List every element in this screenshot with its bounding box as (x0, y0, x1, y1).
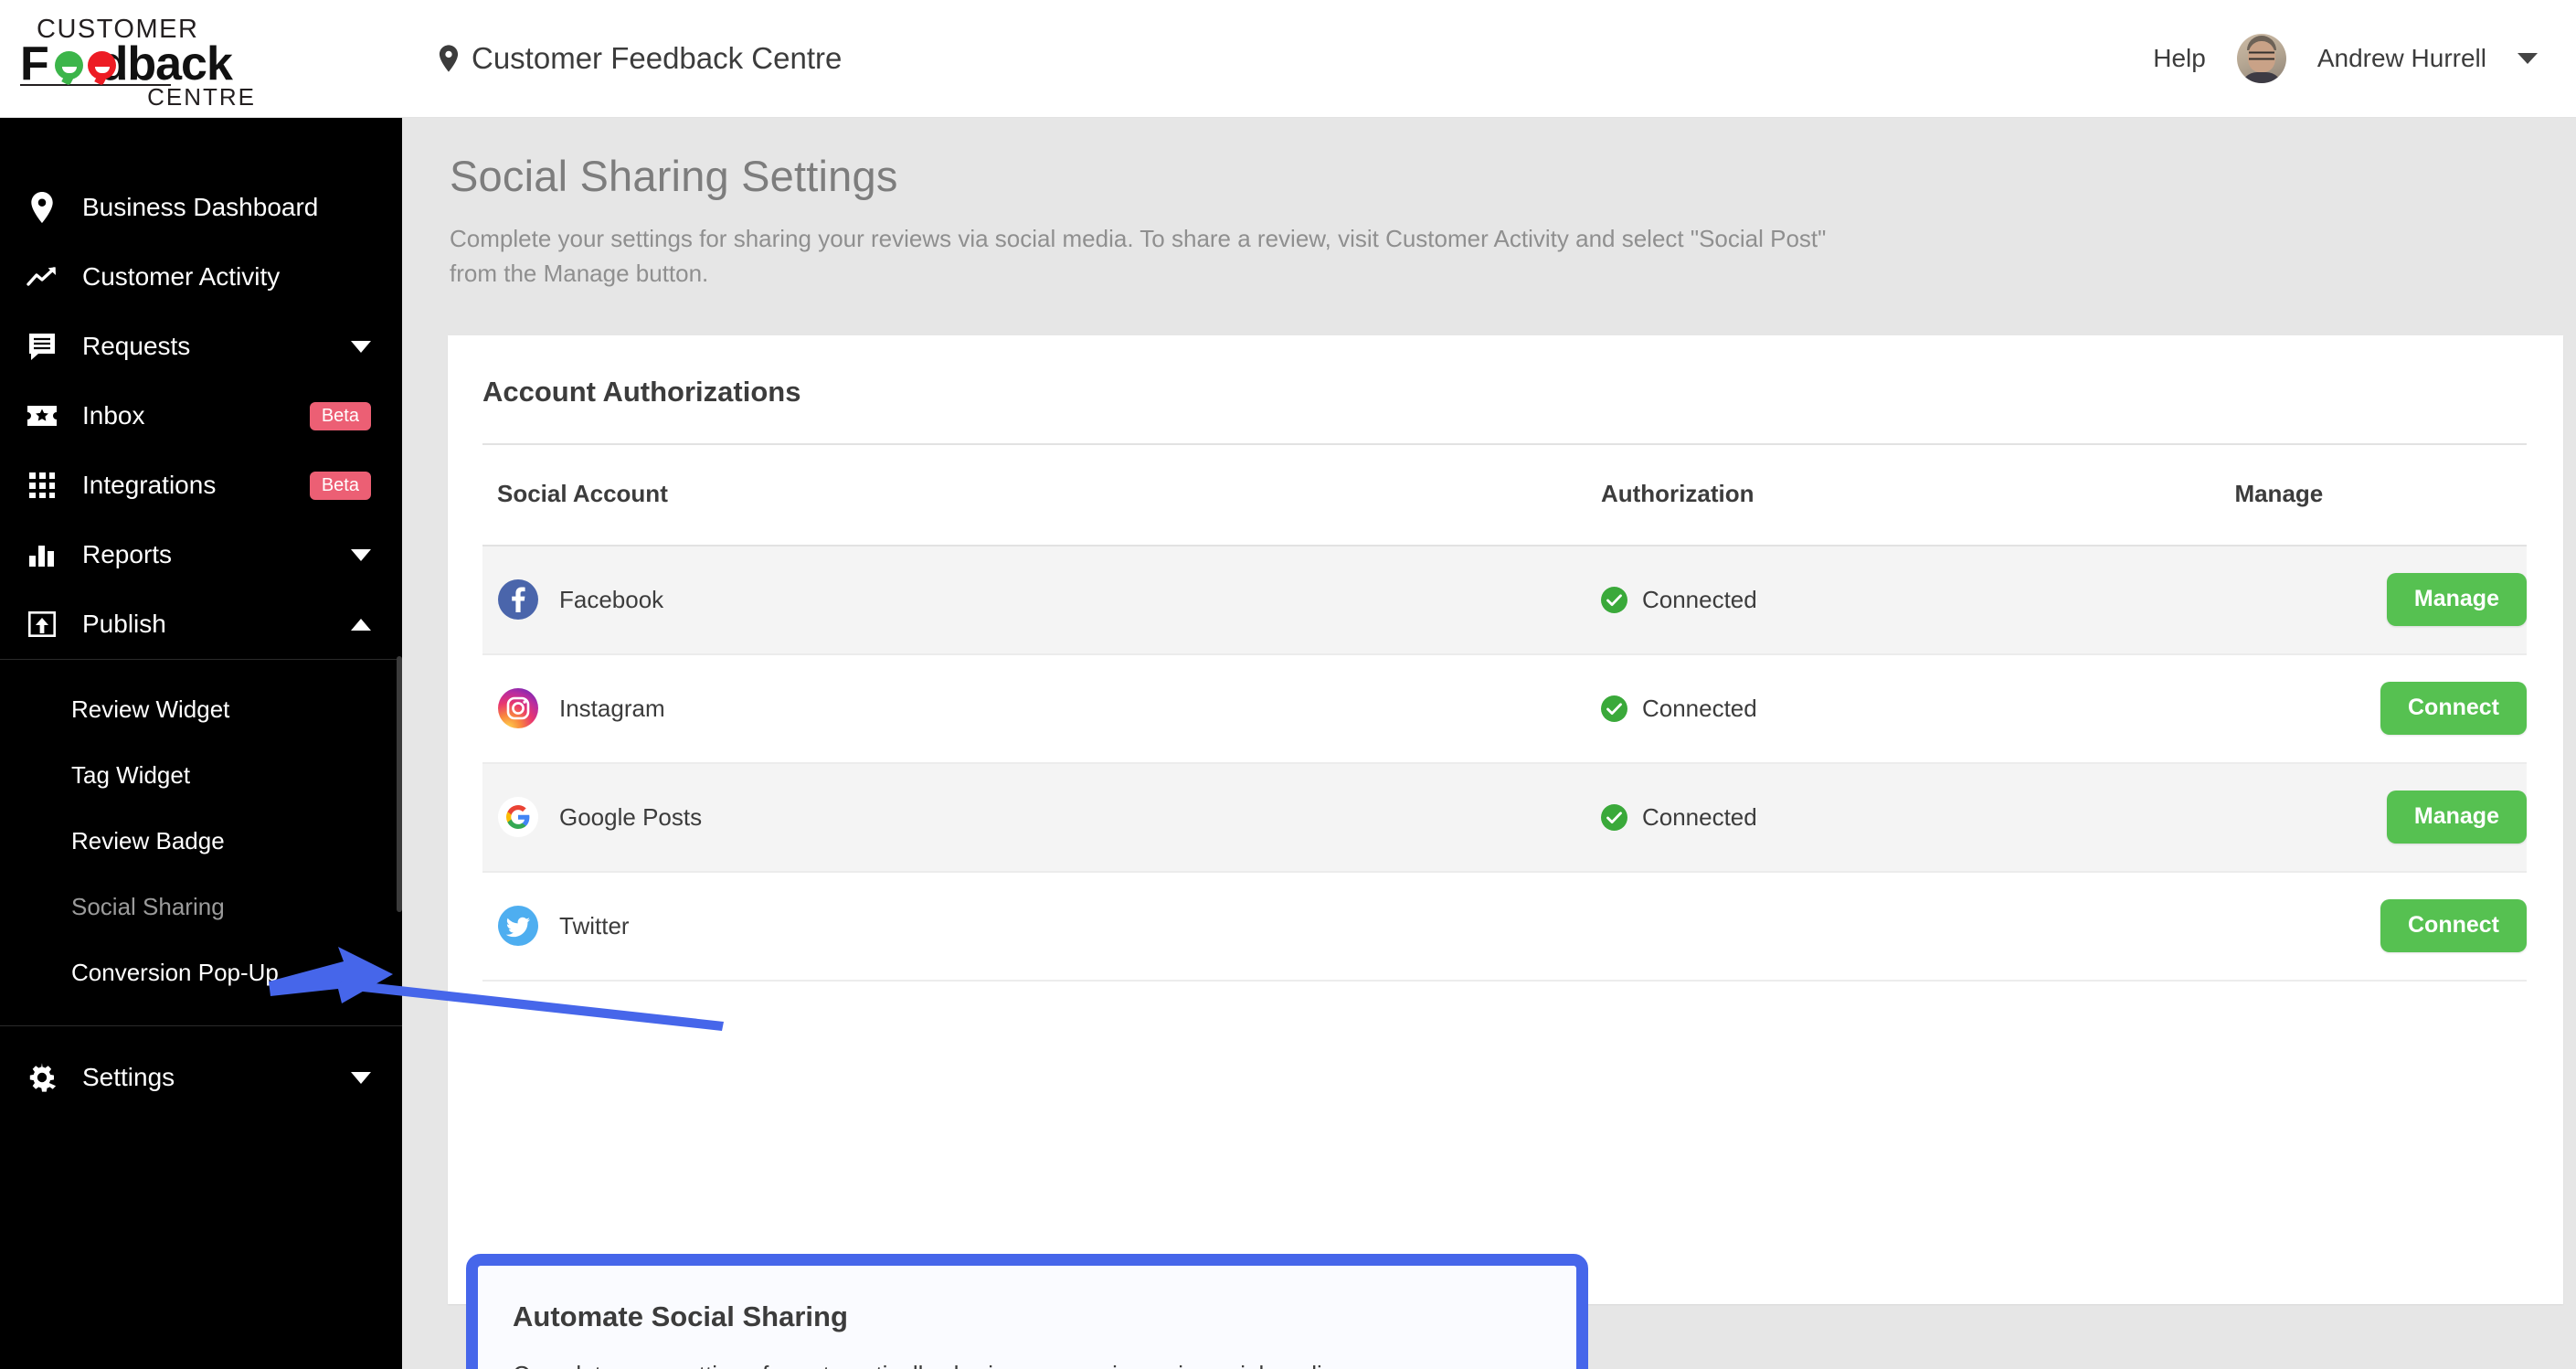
main-content: Social Sharing Settings Complete your se… (402, 118, 2576, 1369)
instagram-icon (497, 687, 539, 729)
publish-submenu: Review Widget Tag Widget Review Badge So… (0, 659, 402, 1026)
trending-up-icon (22, 265, 62, 289)
manage-button[interactable]: Manage (2386, 573, 2527, 627)
column-header-social-account: Social Account (482, 444, 1586, 547)
chevron-up-icon[interactable] (351, 618, 371, 631)
chevron-down-icon[interactable] (351, 548, 371, 561)
table-row: Facebook Connected Manage (482, 545, 2527, 655)
publish-upload-icon (22, 610, 62, 638)
logo-wordmark: Feedback (20, 40, 260, 88)
sidebar-item-label: Business Dashboard (82, 193, 319, 221)
sidebar-item-label: Publish (82, 610, 166, 638)
help-link[interactable]: Help (2153, 44, 2206, 73)
sidebar-item-customer-activity[interactable]: Customer Activity (0, 242, 402, 312)
breadcrumb-label: Customer Feedback Centre (472, 41, 843, 75)
logo-red-speech-bubble-icon (88, 51, 116, 80)
location-pin-icon (439, 45, 459, 72)
sidebar-item-integrations[interactable]: Integrations Beta (0, 451, 402, 520)
connect-button[interactable]: Connect (2380, 899, 2527, 953)
logo-letters-rest: dback (99, 37, 233, 90)
beta-badge: Beta (309, 471, 371, 500)
location-pin-icon (22, 192, 62, 223)
authorization-status: Connected (1641, 585, 1757, 613)
sidebar-item-label: Inbox (82, 401, 145, 430)
page-subtitle: Complete your settings for sharing your … (450, 225, 1827, 288)
sidebar-item-business-dashboard[interactable]: Business Dashboard (0, 173, 402, 242)
logo-letter-f: F (20, 37, 49, 90)
connect-button[interactable]: Connect (2380, 682, 2527, 736)
sidebar-item-social-sharing[interactable]: Social Sharing (0, 874, 402, 939)
beta-badge: Beta (309, 401, 371, 430)
automate-title: Automate Social Sharing (513, 1300, 848, 1332)
sidebar-item-label: Integrations (82, 471, 217, 499)
column-header-authorization: Authorization (1585, 444, 2221, 547)
check-circle-icon (1600, 803, 1627, 831)
sidebar-subitem-label: Tag Widget (71, 760, 191, 789)
facebook-icon (497, 578, 539, 621)
ticket-star-icon (22, 403, 62, 429)
top-bar-right: Help Andrew Hurrell (2153, 34, 2576, 83)
grid-dots-icon (22, 472, 62, 499)
user-menu-label[interactable]: Andrew Hurrell (2317, 44, 2486, 73)
twitter-icon (497, 905, 539, 947)
sidebar-item-reports[interactable]: Reports (0, 520, 402, 589)
sidebar-subitem-label: Conversion Pop-Up (71, 958, 279, 986)
check-circle-icon (1600, 695, 1627, 722)
chevron-down-icon[interactable] (351, 340, 371, 353)
authorization-status: Connected (1641, 694, 1757, 722)
social-account-name: Instagram (559, 694, 665, 722)
sidebar-item-requests[interactable]: Requests (0, 312, 402, 381)
sidebar-item-label: Customer Activity (82, 262, 281, 291)
gear-icon (22, 1063, 62, 1092)
sidebar-item-publish[interactable]: Publish (0, 589, 402, 659)
breadcrumb[interactable]: Customer Feedback Centre (439, 41, 842, 76)
automate-description: Complete your settings for automatically… (513, 1361, 1543, 1369)
page-title: Social Sharing Settings (450, 152, 898, 200)
table-row: Google Posts Connected Manage (482, 762, 2527, 873)
sidebar-item-review-badge[interactable]: Review Badge (0, 808, 402, 874)
chevron-down-icon[interactable] (351, 1071, 371, 1084)
sidebar-item-label: Settings (82, 1063, 175, 1091)
sidebar: Business Dashboard Customer Activity Req… (0, 118, 402, 1369)
bar-chart-icon (22, 542, 62, 568)
sidebar-item-label: Requests (82, 332, 191, 360)
sidebar-subitem-label: Social Sharing (71, 892, 225, 920)
page-header: Social Sharing Settings Complete your se… (402, 118, 2576, 292)
sidebar-subitem-label: Review Badge (71, 826, 225, 854)
manage-button[interactable]: Manage (2386, 791, 2527, 844)
logo-green-speech-bubble-icon (55, 51, 83, 80)
sidebar-subitem-label: Review Widget (71, 695, 230, 723)
column-header-manage: Manage (2220, 444, 2527, 547)
social-account-name: Google Posts (559, 802, 703, 831)
table-header-row: Social Account Authorization Manage (482, 444, 2527, 547)
google-icon (497, 796, 539, 838)
automate-social-sharing-section: Automate Social Sharing Complete your se… (478, 1265, 1576, 1369)
social-account-name: Twitter (559, 911, 630, 939)
sidebar-item-settings[interactable]: Settings (0, 1043, 402, 1112)
table-row: Instagram Connected Connect (482, 653, 2527, 764)
chevron-down-icon[interactable] (2518, 53, 2538, 64)
message-list-icon (22, 332, 62, 361)
sidebar-item-inbox[interactable]: Inbox Beta (0, 381, 402, 451)
sidebar-item-tag-widget[interactable]: Tag Widget (0, 742, 402, 808)
sidebar-item-conversion-popup[interactable]: Conversion Pop-Up (0, 939, 402, 1005)
social-account-name: Facebook (559, 585, 664, 613)
sidebar-item-label: Reports (82, 540, 173, 568)
top-bar: CUSTOMER Feedback CENTRE Customer Feedba… (0, 0, 2576, 118)
avatar[interactable] (2236, 34, 2286, 83)
table-row: Twitter Connect (482, 871, 2527, 982)
authorization-status: Connected (1641, 802, 1757, 831)
automate-social-sharing-highlight: Automate Social Sharing Complete your se… (466, 1253, 1588, 1369)
app-logo[interactable]: CUSTOMER Feedback CENTRE (0, 0, 402, 118)
card-title: Account Authorizations (482, 375, 801, 408)
account-authorizations-card: Account Authorizations Social Account Au… (448, 334, 2563, 1369)
account-authorizations-table: Social Account Authorization Manage Face… (482, 444, 2527, 982)
sidebar-item-review-widget[interactable]: Review Widget (0, 676, 402, 742)
check-circle-icon (1600, 586, 1627, 613)
